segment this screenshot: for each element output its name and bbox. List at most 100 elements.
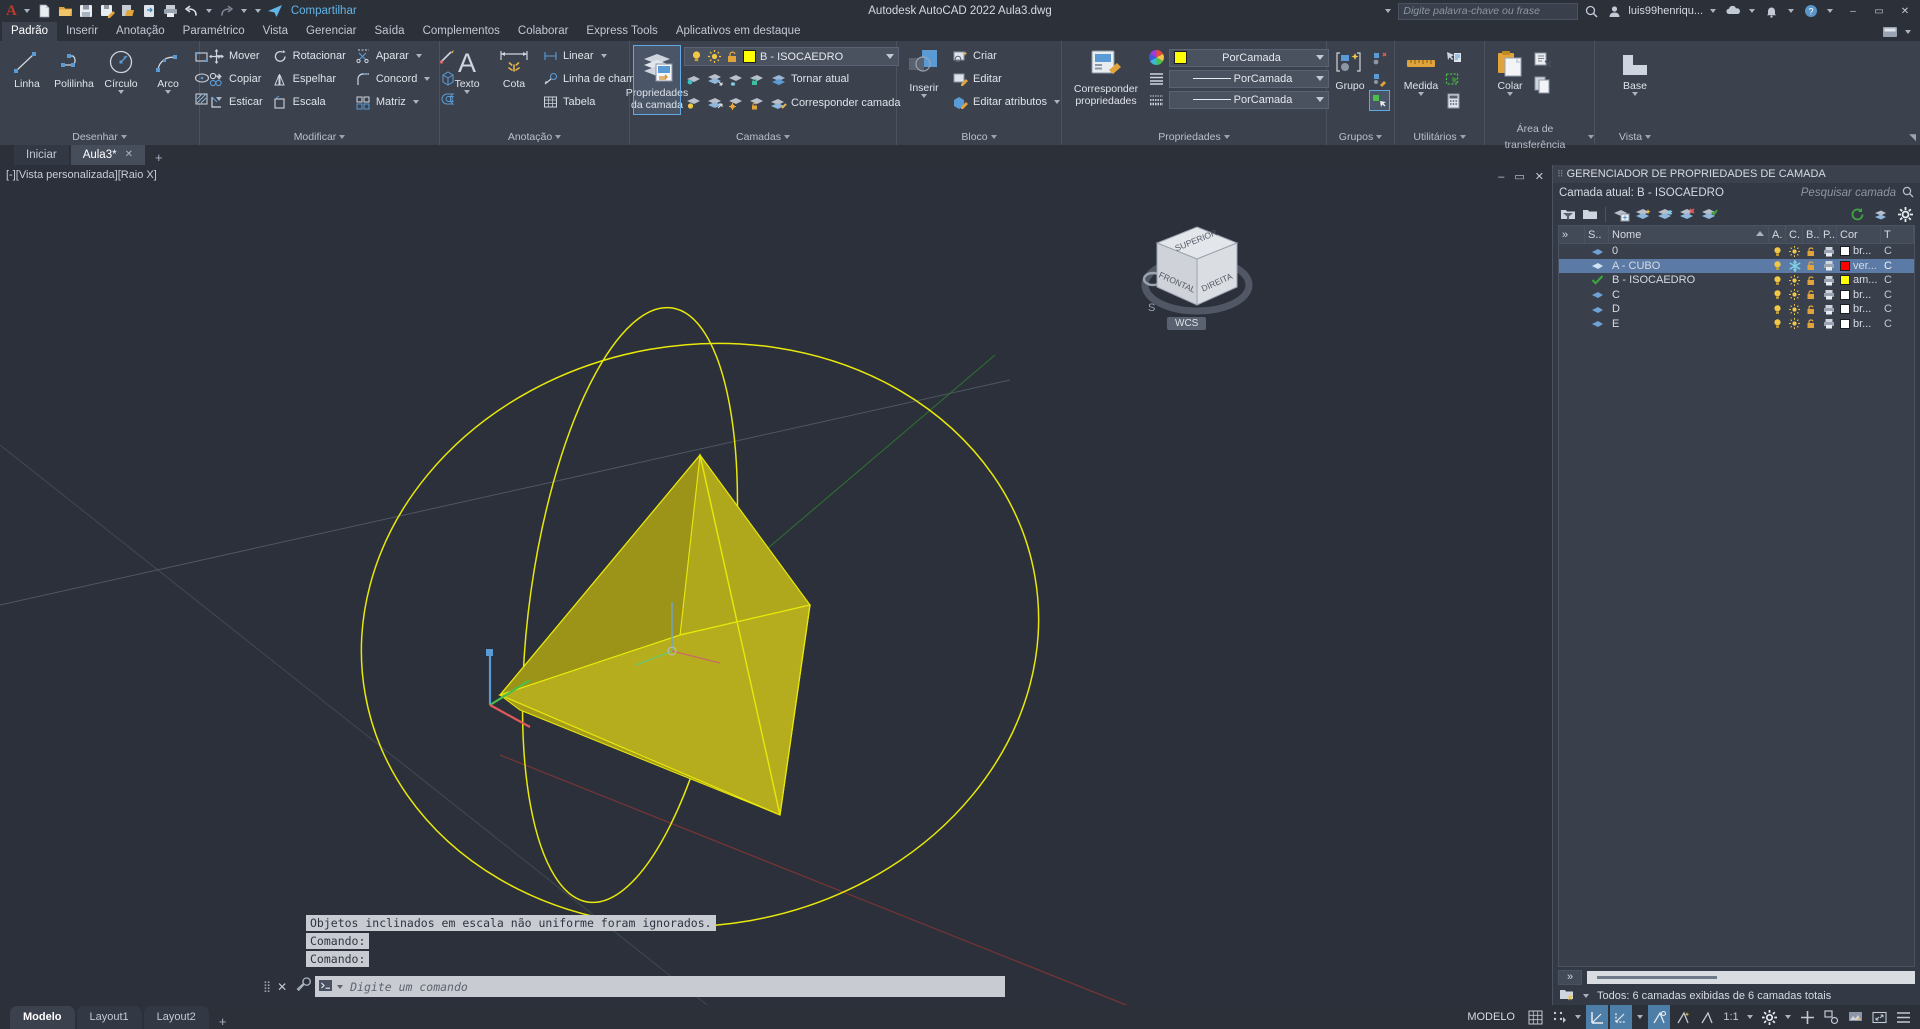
row-linetype-cell[interactable]: C	[1881, 317, 1914, 332]
polar-tracking-icon[interactable]	[1610, 1005, 1632, 1029]
bell-icon[interactable]	[1762, 2, 1781, 20]
row-lock-icon[interactable]	[1803, 273, 1820, 288]
undo-icon[interactable]	[182, 2, 201, 20]
viewport-minimize-button[interactable]: –	[1498, 171, 1504, 183]
fullscreen-icon[interactable]	[1868, 1005, 1890, 1029]
panel-vista-caret-icon[interactable]	[1645, 135, 1652, 139]
polar-caret-icon[interactable]	[1637, 1015, 1643, 1019]
lpm-title-bar[interactable]: ⠿ GERENCIADOR DE PROPRIEDADES DE CAMADA	[1553, 165, 1920, 183]
tool-polilinha[interactable]: Polilinha	[51, 45, 97, 92]
doctab-aula3-close-icon[interactable]: ✕	[125, 148, 133, 162]
lpm-col-freeze[interactable]: C.	[1786, 225, 1803, 244]
row-plot-icon[interactable]	[1820, 244, 1837, 259]
command-input-field[interactable]: Digite um comando	[315, 976, 1005, 997]
isolate-objects-icon[interactable]	[1820, 1005, 1842, 1029]
row-on-icon[interactable]	[1769, 302, 1786, 317]
tool-propriedades-camada[interactable]: Propriedades da camada	[626, 45, 688, 115]
lpm-col-plot[interactable]: P..	[1820, 225, 1837, 244]
lineweight-caret-icon[interactable]	[1316, 97, 1324, 102]
tool-copiar[interactable]: Copiar	[204, 68, 267, 90]
tool-corresponder-propriedades[interactable]: Corresponder propriedades	[1066, 45, 1146, 109]
layer-copy-icon[interactable]	[705, 94, 724, 113]
table-row[interactable]: A - CUBO ver... C	[1559, 258, 1914, 274]
row-linetype-cell[interactable]: C	[1881, 288, 1914, 303]
tool-inserir-bloco[interactable]: Inserir	[901, 45, 947, 100]
select-similar-icon[interactable]	[1444, 70, 1463, 89]
application-menu-icon[interactable]: A	[4, 3, 19, 20]
tab-vista[interactable]: Vista	[254, 22, 297, 41]
layer-selector-caret-icon[interactable]	[886, 54, 894, 59]
table-row[interactable]: E br... C	[1559, 317, 1914, 332]
tool-texto-caret-icon[interactable]	[464, 90, 470, 94]
open-folder-icon[interactable]	[56, 2, 75, 20]
unlock-layer-icon[interactable]	[747, 94, 766, 113]
tab-inserir[interactable]: Inserir	[57, 22, 107, 41]
redo-caret-icon[interactable]	[240, 9, 247, 13]
undo-caret-icon[interactable]	[205, 9, 212, 13]
lineweight-combo[interactable]: PorCamada	[1169, 90, 1329, 109]
tool-medida-caret-icon[interactable]	[1418, 92, 1424, 96]
delete-layer-icon[interactable]	[1678, 205, 1697, 224]
tool-inserir-bloco-caret-icon[interactable]	[921, 94, 927, 98]
tab-parametrico[interactable]: Paramétrico	[174, 22, 254, 41]
row-lock-icon[interactable]	[1803, 302, 1820, 317]
row-plot-icon[interactable]	[1820, 273, 1837, 288]
tool-base-caret-icon[interactable]	[1632, 92, 1638, 96]
add-tool-icon[interactable]	[1796, 1005, 1818, 1029]
panel-modificar-caret-icon[interactable]	[339, 135, 346, 139]
snap-icon[interactable]	[1548, 1005, 1570, 1029]
model-tab-add-button[interactable]: +	[211, 1014, 235, 1029]
otrack-icon[interactable]	[1672, 1005, 1694, 1029]
row-freeze-icon[interactable]	[1786, 273, 1803, 288]
doctab-iniciar[interactable]: Iniciar	[14, 145, 69, 165]
thaw-layers-icon[interactable]	[726, 94, 745, 113]
row-lock-icon[interactable]	[1803, 317, 1820, 332]
lpm-col-lock[interactable]: B..	[1803, 225, 1820, 244]
ortho-icon[interactable]	[1586, 1005, 1608, 1029]
layer-selector-combo[interactable]: B - ISOCAEDRO	[684, 47, 899, 66]
viewport-maximize-button[interactable]: ▭	[1514, 170, 1524, 183]
group-selection-icon[interactable]	[1369, 90, 1390, 111]
doctab-aula3[interactable]: Aula3* ✕	[70, 145, 145, 165]
freeze-layer-icon[interactable]	[726, 70, 745, 89]
account-icon[interactable]	[1605, 2, 1624, 20]
ribbon-display-icon[interactable]	[1880, 23, 1899, 41]
tab-padrao[interactable]: Padrão	[2, 21, 58, 41]
customize-qat-caret-icon[interactable]	[254, 9, 261, 13]
panel-transferencia-caret-icon[interactable]	[1588, 135, 1594, 139]
row-color-cell[interactable]: br...	[1837, 317, 1881, 332]
lpm-col-nome[interactable]: Nome	[1609, 225, 1769, 244]
drawing-canvas[interactable]: [-][Vista personalizada][Raio X] – ▭ ✕ S…	[0, 165, 1552, 1005]
group-edit-icon[interactable]	[1370, 70, 1389, 89]
command-history-caret-icon[interactable]	[337, 984, 344, 989]
row-on-icon[interactable]	[1769, 273, 1786, 288]
lpm-expander-icon[interactable]: »	[1559, 225, 1585, 244]
row-on-icon[interactable]	[1769, 259, 1786, 274]
tool-editar-bloco[interactable]: Editar	[948, 68, 1067, 90]
export-icon[interactable]	[119, 2, 138, 20]
tool-linha[interactable]: Linha	[4, 45, 50, 92]
window-minimize-button[interactable]: –	[1840, 0, 1866, 22]
row-color-cell[interactable]: br...	[1837, 288, 1881, 303]
row-linetype-cell[interactable]: C	[1881, 302, 1914, 317]
cloud-icon[interactable]	[1723, 2, 1742, 20]
table-row[interactable]: C br... C	[1559, 288, 1914, 303]
save-icon[interactable]	[77, 2, 96, 20]
viewport-close-button[interactable]: ✕	[1535, 170, 1544, 183]
object-color-combo[interactable]: PorCamada	[1169, 48, 1329, 67]
ducs-icon[interactable]	[1696, 1005, 1718, 1029]
row-lock-icon[interactable]	[1803, 288, 1820, 303]
tool-matriz-caret-icon[interactable]	[412, 100, 419, 104]
panel-anotacao-caret-icon[interactable]	[555, 135, 562, 139]
lightbulb-on-icon[interactable]	[689, 47, 703, 66]
lpm-search-group[interactable]: Pesquisar camada	[1801, 186, 1914, 201]
ribbon-display-caret-icon[interactable]	[1905, 30, 1911, 34]
tool-criar-bloco[interactable]: Criar	[948, 45, 1067, 67]
tab-aplicativos[interactable]: Aplicativos em destaque	[667, 22, 810, 41]
bell-caret-icon[interactable]	[1788, 9, 1794, 13]
new-layer-icon[interactable]	[1612, 205, 1631, 224]
tool-rotacionar[interactable]: Rotacionar	[268, 45, 350, 67]
tool-circulo-caret-icon[interactable]	[118, 90, 124, 94]
annotation-scale-label[interactable]: 1:1	[1720, 1005, 1742, 1029]
grid-icon[interactable]	[1524, 1005, 1546, 1029]
